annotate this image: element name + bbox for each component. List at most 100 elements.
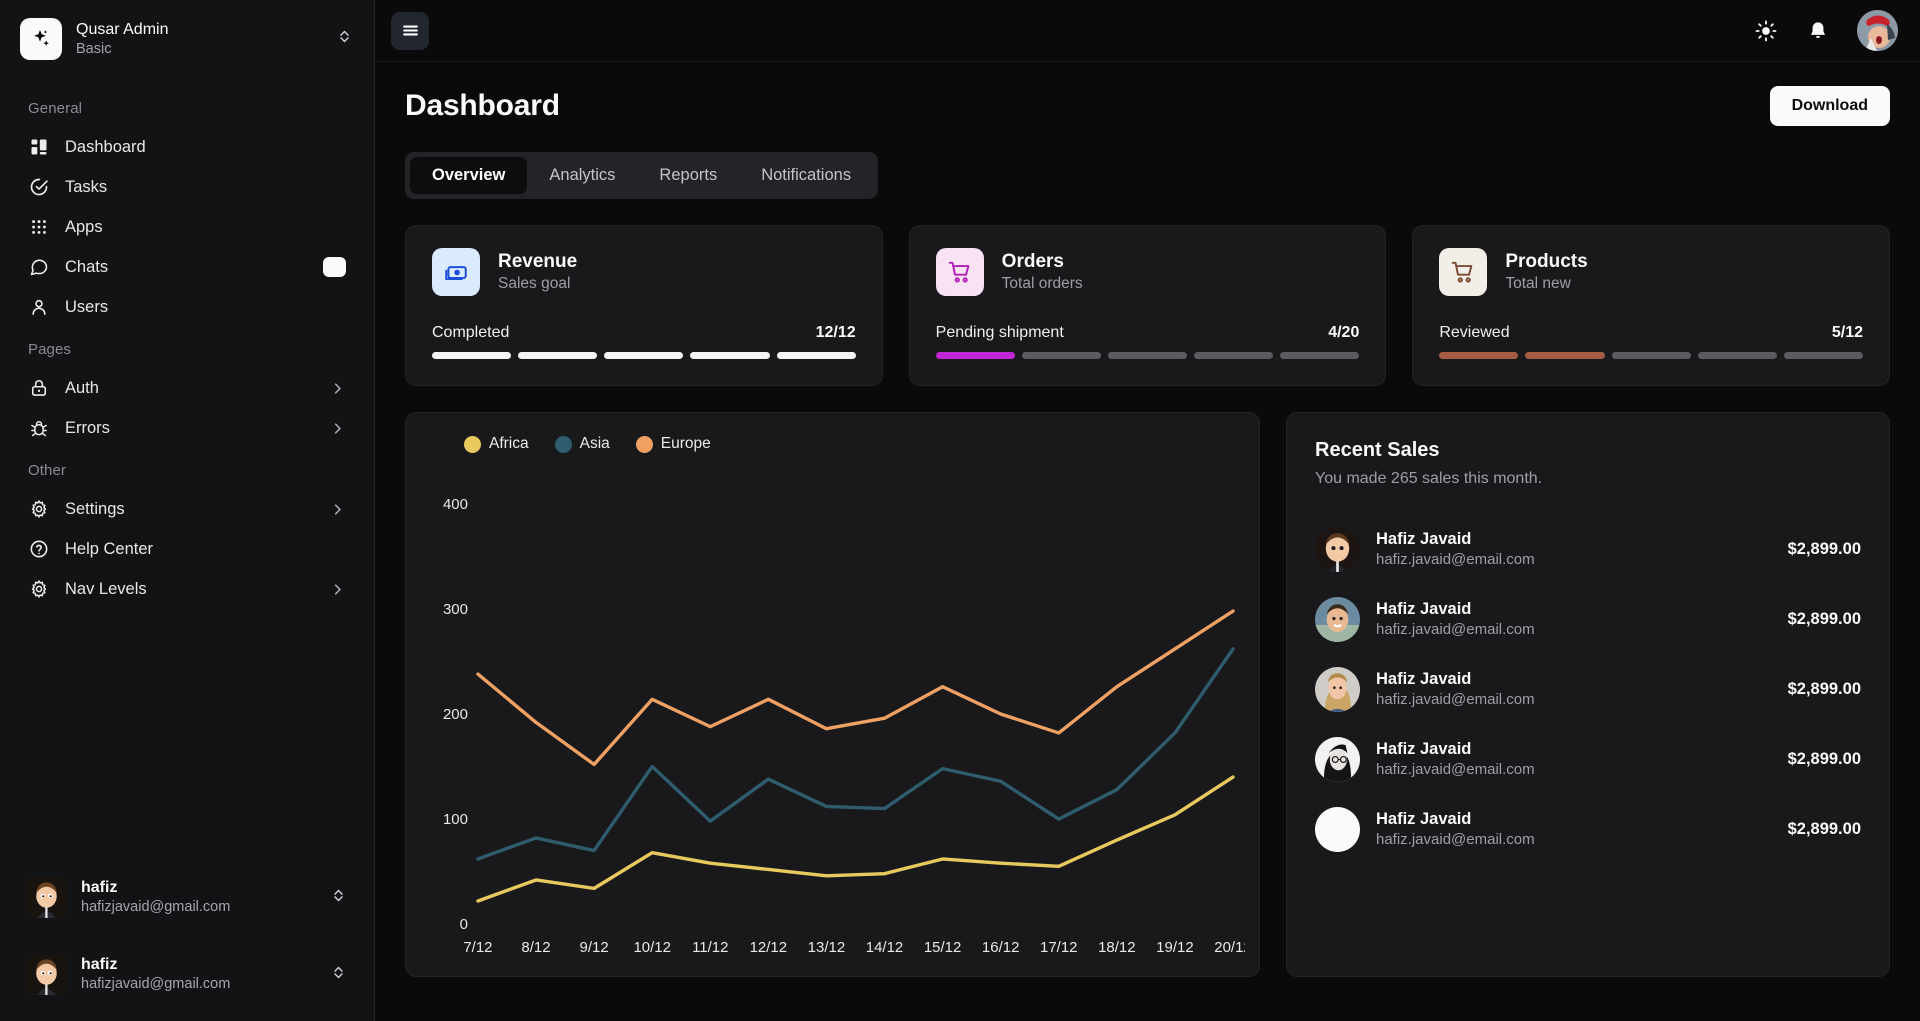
recent-sale-row[interactable]: Hafiz Javaid hafiz.javaid@email.com $2,899… [1315, 654, 1861, 724]
avatar [1315, 596, 1360, 642]
tab-reports[interactable]: Reports [637, 157, 739, 194]
legend-label: Asia [579, 435, 610, 452]
topbar-actions [1753, 10, 1898, 51]
sale-info: Hafiz Javaid hafiz.javaid@email.com [1376, 808, 1535, 851]
sale-customer-email: hafiz.javaid@email.com [1376, 761, 1535, 778]
sidebar-user-email: hafizjavaid@gmail.com [81, 976, 231, 993]
svg-text:15/12: 15/12 [924, 939, 961, 956]
user-icon [28, 297, 49, 318]
legend-item-europe[interactable]: Europe [635, 435, 711, 453]
legend-color-dot [464, 435, 481, 453]
sidebar-item-users[interactable]: Users [14, 287, 360, 327]
sidebar-user-switcher[interactable]: hafiz hafizjavaid@gmail.com [14, 944, 360, 1005]
team-plan: Basic [76, 40, 112, 57]
sun-icon[interactable] [1753, 18, 1779, 44]
sidebar-item-settings[interactable]: Settings [14, 489, 360, 529]
recent-sale-row[interactable]: Hafiz Javaid hafiz.javaid@email.com $2,899… [1315, 584, 1861, 654]
check-circle-icon [28, 177, 49, 198]
sale-customer-name: Hafiz Javaid [1376, 599, 1472, 618]
recent-sale-row[interactable]: Hafiz Javaid hafiz.javaid@email.com $2,899… [1315, 794, 1861, 864]
stat-card-subtitle: Sales goal [498, 275, 571, 293]
progress-segment [935, 352, 1015, 359]
chevron-right-icon [330, 502, 346, 517]
page-content: Dashboard Download Overview Analytics Repo… [375, 62, 1920, 1021]
svg-text:0: 0 [460, 916, 468, 933]
sparkles-icon [20, 18, 62, 60]
sidebar-item-label: Apps [65, 217, 103, 236]
svg-text:400: 400 [443, 496, 468, 513]
lock-icon [28, 378, 49, 399]
stat-card-titles: Revenue Sales goal [498, 250, 577, 295]
svg-text:16/12: 16/12 [982, 939, 1019, 956]
stat-meta-label: Pending shipment [935, 324, 1064, 341]
progress-segment [604, 352, 684, 359]
team-switcher[interactable]: Qusar Admin Basic [0, 0, 374, 74]
tab-notifications[interactable]: Notifications [739, 157, 873, 194]
question-circle-icon [28, 539, 49, 560]
bell-icon[interactable] [1805, 18, 1831, 44]
line-chart-svg: 0 100 200 300 400 7/12 8/12 9/12 10/12 11/12 12/12… [443, 496, 1245, 956]
tab-analytics[interactable]: Analytics [527, 157, 637, 194]
stat-card-subtitle: Total orders [1001, 275, 1083, 293]
stat-card-orders: Orders Total orders Pending shipment 4/20 [908, 225, 1387, 386]
chevron-right-icon [330, 421, 346, 436]
progress-segment [1021, 352, 1101, 359]
sale-customer-email: hafiz.javaid@email.com [1376, 621, 1535, 638]
sidebar-item-errors[interactable]: Errors [14, 408, 360, 448]
sale-customer-email: hafiz.javaid@email.com [1376, 551, 1535, 568]
sidebar-user-name: hafiz [81, 955, 118, 973]
progress-segments [1439, 352, 1864, 359]
svg-text:7/12: 7/12 [463, 939, 492, 956]
sale-customer-name: Hafiz Javaid [1376, 669, 1472, 688]
stat-meta-value: 12/12 [815, 324, 856, 341]
sidebar-item-tasks[interactable]: Tasks [14, 167, 360, 207]
stat-card-meta: Completed 12/12 [432, 324, 856, 342]
stat-card-titles: Products Total new [1505, 250, 1587, 295]
sale-amount: $2,899.00 [1787, 539, 1861, 558]
legend-item-africa[interactable]: Africa [464, 435, 529, 453]
tab-overview[interactable]: Overview [410, 157, 528, 194]
legend-label: Africa [489, 435, 529, 452]
app-root: Qusar Admin Basic General Dashboard Tasks A… [0, 0, 1920, 1021]
avatar [1315, 736, 1360, 782]
recent-sales-subtitle: You made 265 sales this month. [1315, 470, 1543, 487]
nav-group-label: Other [28, 462, 67, 479]
stat-card-header: Revenue Sales goal [432, 248, 856, 296]
download-button[interactable]: Download [1769, 86, 1890, 126]
sale-info: Hafiz Javaid hafiz.javaid@email.com [1376, 528, 1535, 571]
svg-text:13/12: 13/12 [808, 939, 845, 956]
avatar [26, 954, 67, 995]
recent-sale-row[interactable]: Hafiz Javaid hafiz.javaid@email.com $2,899… [1315, 724, 1861, 794]
sale-info: Hafiz Javaid hafiz.javaid@email.com [1376, 738, 1535, 781]
sale-customer-name: Hafiz Javaid [1376, 529, 1472, 548]
svg-text:100: 100 [443, 811, 468, 828]
sidebar-item-nav-levels[interactable]: Nav Levels [14, 569, 360, 609]
sidebar-item-label: Tasks [65, 177, 108, 196]
chevron-right-icon [330, 582, 346, 597]
sidebar-item-label: Users [65, 297, 109, 316]
sidebar-item-help-center[interactable]: Help Center [14, 529, 360, 569]
hamburger-menu-icon[interactable] [391, 11, 429, 50]
gear-icon [28, 579, 49, 600]
sidebar-user-switcher[interactable]: hafiz hafizjavaid@gmail.com [14, 867, 360, 928]
legend-label: Europe [660, 435, 711, 452]
stat-meta-label: Reviewed [1439, 324, 1510, 341]
stat-meta-value: 5/12 [1831, 324, 1864, 341]
recent-sales-card: Recent Sales You made 265 sales this mon… [1286, 412, 1890, 977]
recent-sale-row[interactable]: Hafiz Javaid hafiz.javaid@email.com $2,899… [1315, 514, 1861, 584]
user-avatar[interactable] [1857, 10, 1898, 51]
progress-segment [1611, 352, 1691, 359]
progress-segment [432, 352, 512, 359]
sidebar-item-dashboard[interactable]: Dashboard [14, 127, 360, 167]
sale-amount: $2,899.00 [1787, 749, 1861, 768]
chart-plot-area: 0 100 200 300 400 7/12 8/12 9/12 10/12 11/12 12/12… [426, 465, 1245, 964]
sidebar-item-apps[interactable]: Apps [14, 207, 360, 247]
shopping-cart-icon [1439, 248, 1488, 296]
legend-item-asia[interactable]: Asia [554, 435, 610, 453]
nav-group-label: Pages [28, 341, 72, 358]
sidebar-item-auth[interactable]: Auth [14, 368, 360, 408]
recent-sales-title: Recent Sales [1315, 439, 1440, 461]
sidebar-item-chats[interactable]: Chats [14, 247, 360, 287]
progress-segment [1783, 352, 1864, 359]
sale-amount: $2,899.00 [1787, 609, 1861, 628]
